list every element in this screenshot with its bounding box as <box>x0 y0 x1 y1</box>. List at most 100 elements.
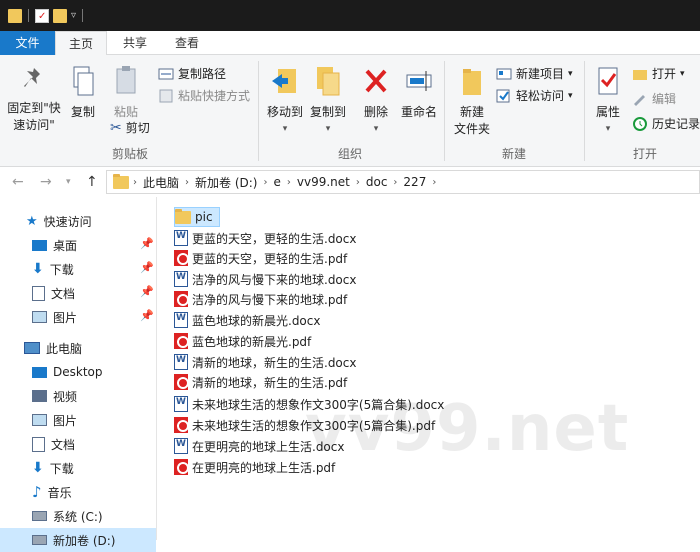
copy-to-button[interactable]: 复制到 ▾ <box>306 65 350 138</box>
paste-shortcut-label: 粘贴快捷方式 <box>178 89 251 103</box>
delete-dropdown-icon[interactable]: ▾ <box>358 121 394 138</box>
breadcrumb-vv99[interactable]: vv99.net <box>291 175 356 189</box>
sidebar-item-label: 系统 (C:) <box>53 509 103 524</box>
title-separator <box>28 9 29 22</box>
breadcrumb-227[interactable]: 227 <box>397 175 432 189</box>
new-folder-button[interactable]: 新建 文件夹 <box>450 65 494 138</box>
tab-home[interactable]: 主页 <box>55 31 107 56</box>
computer-icon <box>24 342 40 354</box>
list-item[interactable]: 清新的地球，新生的生活.docx <box>174 352 356 372</box>
sidebar-item-videos[interactable]: 视频 <box>32 384 77 408</box>
pin-icon <box>24 68 40 87</box>
copy-path-label: 复制路径 <box>178 67 227 81</box>
breadcrumb-doc[interactable]: doc <box>360 175 394 189</box>
customize-quick-access-icon[interactable]: ▿ <box>71 10 76 21</box>
watermark: vv99.net <box>305 392 630 466</box>
list-item[interactable]: 洁净的风与慢下来的地球.pdf <box>174 289 347 309</box>
sidebar-item-documents-pc[interactable]: 文档 <box>32 432 75 456</box>
address-bar[interactable]: › 此电脑 › 新加卷 (D:) › e › vv99.net › doc › … <box>106 170 700 194</box>
sidebar-item-drive-c[interactable]: 系统 (C:) <box>32 504 103 528</box>
list-item[interactable]: 更蓝的天空，更轻的生活.docx <box>174 228 356 248</box>
breadcrumb-chevron-icon[interactable]: › <box>432 177 436 188</box>
properties-icon[interactable]: ✓ <box>35 8 49 23</box>
sidebar-item-quick-access[interactable]: ★ 快速访问 <box>26 209 92 233</box>
move-to-dropdown-icon[interactable]: ▾ <box>264 121 306 138</box>
sidebar-item-drive-d[interactable]: 新加卷 (D:) <box>0 528 156 552</box>
word-document-icon <box>174 354 188 370</box>
new-folder-icon[interactable] <box>53 8 67 23</box>
word-document-icon <box>174 312 188 328</box>
scissors-icon: ✂ <box>110 119 122 136</box>
properties-dropdown-icon[interactable]: ▾ <box>588 121 628 138</box>
sidebar-item-desktop[interactable]: 桌面 <box>32 233 77 257</box>
sidebar-item-music[interactable]: ♪ 音乐 <box>32 480 72 504</box>
chevron-down-icon[interactable]: ▾ <box>568 91 573 101</box>
new-item-button[interactable]: 新建项目 ▾ <box>496 65 573 82</box>
sidebar-item-downloads-pc[interactable]: ⬇ 下载 <box>32 456 74 480</box>
copy-path-button[interactable]: 复制路径 <box>158 65 226 82</box>
list-item[interactable]: pic <box>174 207 220 227</box>
breadcrumb-this-pc[interactable]: 此电脑 <box>137 174 185 191</box>
easy-access-button[interactable]: 轻松访问 ▾ <box>496 87 573 104</box>
pin-quick-access-button[interactable]: 固定到"快 速访问" <box>4 65 64 134</box>
navigation-bar: ← → ▾ ↑ › 此电脑 › 新加卷 (D:) › e › vv99.net … <box>0 167 700 197</box>
recent-locations-chevron-icon[interactable]: ▾ <box>66 177 71 187</box>
edit-button[interactable]: 编辑 <box>632 90 676 107</box>
up-arrow-icon[interactable]: ↑ <box>86 174 98 190</box>
sidebar-item-downloads[interactable]: ⬇ 下载 <box>32 257 74 281</box>
pin-icon[interactable]: 📌 <box>140 237 154 250</box>
navigation-pane-divider[interactable] <box>156 197 157 540</box>
ribbon: 固定到"快 速访问" 复制 粘贴 复制路径 粘贴快捷方式 ✂ 剪切 剪贴板 移动… <box>0 55 700 167</box>
desktop-icon <box>32 366 47 378</box>
open-button[interactable]: 打开 ▾ <box>632 65 685 82</box>
properties-button[interactable]: 属性 ▾ <box>588 65 628 138</box>
pin-icon[interactable]: 📌 <box>140 309 154 322</box>
delete-button[interactable]: 删除 ▾ <box>358 65 394 138</box>
back-arrow-icon[interactable]: ← <box>12 174 24 190</box>
group-separator <box>258 61 259 161</box>
word-document-icon <box>174 396 188 412</box>
list-item[interactable]: 洁净的风与慢下来的地球.docx <box>174 269 356 289</box>
tab-file[interactable]: 文件 <box>0 31 55 55</box>
pin-quick-access-label: 固定到"快 速访问" <box>7 101 61 132</box>
open-icon <box>633 69 647 80</box>
sidebar-item-this-pc[interactable]: 此电脑 <box>24 336 82 360</box>
delete-label: 删除 <box>363 105 388 119</box>
list-item[interactable]: 清新的地球，新生的生活.pdf <box>174 372 347 392</box>
copy-to-dropdown-icon[interactable]: ▾ <box>306 121 350 138</box>
chevron-down-icon[interactable]: ▾ <box>568 69 573 79</box>
paste-shortcut-button[interactable]: 粘贴快捷方式 <box>158 87 250 104</box>
breadcrumb-drive-d[interactable]: 新加卷 (D:) <box>189 174 263 191</box>
file-name: 更蓝的天空，更轻的生活.pdf <box>192 251 348 266</box>
sidebar-item-documents[interactable]: 文档 <box>32 281 75 305</box>
sidebar-item-label: 文档 <box>51 437 76 452</box>
sidebar-item-desktop-pc[interactable]: Desktop <box>32 360 103 384</box>
list-item[interactable]: 更蓝的天空，更轻的生活.pdf <box>174 248 347 268</box>
rename-button[interactable]: 重命名 <box>398 65 440 121</box>
cut-button[interactable]: ✂ 剪切 <box>110 119 150 136</box>
sidebar-item-pictures[interactable]: 图片 <box>32 305 77 329</box>
move-to-button[interactable]: 移动到 ▾ <box>264 65 306 138</box>
forward-arrow-icon[interactable]: → <box>40 174 52 190</box>
group-organize-label: 组织 <box>337 147 362 161</box>
sidebar-item-label: Desktop <box>53 365 103 379</box>
tab-view[interactable]: 查看 <box>162 31 212 55</box>
pin-icon[interactable]: 📌 <box>140 285 154 298</box>
chevron-down-icon[interactable]: ▾ <box>680 69 685 79</box>
star-icon: ★ <box>26 213 38 229</box>
edit-label: 编辑 <box>652 92 677 106</box>
ribbon-tab-bar: 文件 主页 共享 查看 <box>0 31 700 56</box>
pin-icon[interactable]: 📌 <box>140 261 154 274</box>
sidebar-item-pictures-pc[interactable]: 图片 <box>32 408 77 432</box>
copy-button[interactable]: 复制 <box>66 65 100 121</box>
paste-button[interactable]: 粘贴 <box>108 65 144 121</box>
folder-icon[interactable] <box>8 8 22 23</box>
file-name: 蓝色地球的新晨光.pdf <box>192 334 312 349</box>
breadcrumb-e[interactable]: e <box>267 175 286 189</box>
document-icon <box>32 285 45 301</box>
history-button[interactable]: 历史记录 <box>632 115 700 132</box>
history-label: 历史记录 <box>652 117 700 131</box>
list-item[interactable]: 蓝色地球的新晨光.docx <box>174 310 320 330</box>
tab-share[interactable]: 共享 <box>110 31 160 55</box>
list-item[interactable]: 蓝色地球的新晨光.pdf <box>174 331 311 351</box>
